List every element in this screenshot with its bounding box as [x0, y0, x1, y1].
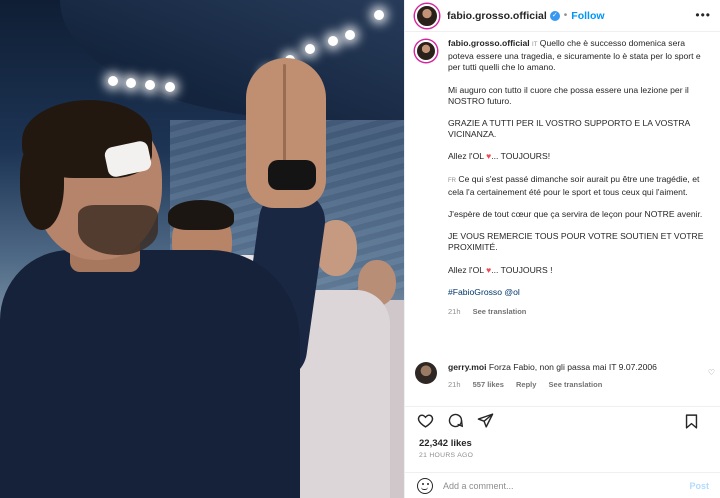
- caption-username[interactable]: fabio.grosso.official: [448, 38, 530, 48]
- separator: •: [563, 10, 568, 21]
- comment-likes[interactable]: 557 likes: [473, 380, 504, 389]
- avatar[interactable]: [415, 40, 437, 62]
- caption-time: 21h: [448, 307, 461, 317]
- stadium-light: [108, 76, 118, 86]
- caption-p8: Allez l'OL ♥... TOUJOURS !: [448, 265, 707, 276]
- verified-badge-icon: ✓: [549, 10, 560, 21]
- caption-p4: Allez l'OL ♥... TOUJOURS!: [448, 151, 707, 162]
- caption-p5-text: Ce qui s'est passé dimanche soir aurait …: [448, 173, 700, 197]
- caption-p6: J'espère de tout cœur que ça servira de …: [448, 209, 703, 220]
- caption-tags[interactable]: #FabioGrosso @ol: [448, 287, 707, 298]
- comment-like-heart-icon[interactable]: ♡: [708, 368, 715, 377]
- lang-flag-fr: FR: [448, 177, 456, 184]
- coach-hair: [20, 140, 64, 230]
- stadium-light: [305, 44, 315, 54]
- see-translation-link[interactable]: See translation: [549, 380, 603, 389]
- stadium-light: [145, 80, 155, 90]
- post-sidebar: fabio.grosso.official ✓ • Follow ••• fab…: [404, 0, 720, 498]
- bookmark-icon[interactable]: [681, 411, 701, 431]
- caption-p8-text: Allez l'OL: [448, 264, 487, 275]
- follow-button[interactable]: Follow: [571, 10, 604, 22]
- action-bar: [405, 406, 720, 434]
- add-comment-bar: Post: [405, 472, 720, 498]
- post-button[interactable]: Post: [689, 481, 709, 491]
- post-time: 21 HOURS AGO: [419, 452, 474, 459]
- caption-p8-text: ... TOUJOURS !: [491, 264, 553, 275]
- stadium-light: [374, 10, 384, 20]
- coach-beard: [78, 205, 158, 255]
- post-photo[interactable]: [0, 0, 404, 498]
- comment-icon[interactable]: [445, 411, 465, 431]
- stadium-light: [126, 78, 136, 88]
- caption-meta: 21h See translation: [448, 306, 707, 317]
- see-translation-link[interactable]: See translation: [473, 307, 527, 316]
- comment-input[interactable]: [443, 480, 663, 491]
- stadium-light: [328, 36, 338, 46]
- comment-item: gerry.moi Forza Fabio, non gli passa mai…: [415, 362, 715, 390]
- emoji-icon[interactable]: [417, 477, 433, 494]
- caption-text: fabio.grosso.official IT Quello che è su…: [448, 38, 707, 317]
- stadium-light: [165, 82, 175, 92]
- reply-button[interactable]: Reply: [516, 380, 536, 389]
- coach-body: [0, 250, 300, 498]
- comment-meta: 21h 557 likes Reply See translation: [448, 379, 688, 390]
- hand-gap: [283, 64, 286, 164]
- comment-username[interactable]: gerry.moi: [448, 362, 487, 372]
- lang-flag-it: IT: [532, 42, 538, 48]
- wrist-watch: [268, 160, 316, 190]
- like-count[interactable]: 22,342 likes: [419, 438, 472, 449]
- share-icon[interactable]: [475, 411, 495, 431]
- comment-text: Forza Fabio, non gli passa mai IT 9.07.2…: [488, 362, 657, 372]
- caption: fabio.grosso.official IT Quello che è su…: [405, 38, 720, 358]
- post-header: fabio.grosso.official ✓ • Follow •••: [405, 0, 720, 32]
- comment-body: gerry.moi Forza Fabio, non gli passa mai…: [448, 362, 688, 390]
- header-username[interactable]: fabio.grosso.official: [447, 10, 547, 22]
- caption-p2: Mi auguro con tutto il cuore che possa e…: [448, 84, 689, 106]
- caption-p5: FR Ce qui s'est passé dimanche soir aura…: [448, 174, 707, 198]
- caption-p4-text: ... TOUJOURS!: [491, 151, 551, 162]
- comment-time: 21h: [448, 380, 461, 389]
- more-icon[interactable]: •••: [695, 8, 711, 22]
- caption-p7: JE VOUS REMERCIE TOUS POUR VOTRE SOUTIEN…: [448, 231, 704, 253]
- caption-p4-text: Allez l'OL: [448, 151, 487, 162]
- avatar[interactable]: [415, 3, 439, 28]
- stadium-light: [345, 30, 355, 40]
- heart-icon[interactable]: [415, 411, 435, 431]
- caption-p3: GRAZIE A TUTTI PER IL VOSTRO SUPPORTO E …: [448, 118, 690, 140]
- player-hair: [168, 200, 234, 230]
- avatar[interactable]: [415, 362, 437, 384]
